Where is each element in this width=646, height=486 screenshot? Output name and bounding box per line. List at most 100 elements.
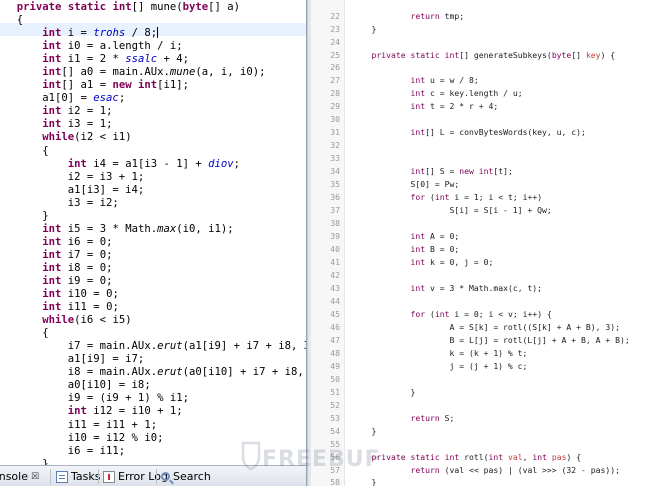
code-line[interactable]: int[] a0 = main.AUx.mune(a, i, i0); <box>4 66 306 79</box>
decompiled-code[interactable]: private static int[] mune(byte[] a) { in… <box>4 1 306 465</box>
code-line[interactable]: 24 <box>311 36 630 49</box>
code-line[interactable]: 31 int[] L = convBytesWords(key, u, c); <box>311 126 630 139</box>
code-token: ssalc <box>125 53 158 66</box>
code-token: int <box>410 244 426 255</box>
code-token: [] <box>571 49 586 60</box>
code-line[interactable]: 30 <box>311 113 630 126</box>
code-token: S[i] = S[i - 1] + Qw; <box>352 205 552 216</box>
code-line[interactable]: 49 j = (j + 1) % c; <box>311 360 630 373</box>
code-line[interactable]: int i9 = 0; <box>4 275 306 288</box>
code-line[interactable]: int i10 = 0; <box>4 288 306 301</box>
code-line[interactable]: 38 <box>311 217 630 230</box>
code-line[interactable]: { <box>4 327 306 340</box>
code-line[interactable]: 51 } <box>311 386 630 399</box>
code-token: i11 = 0; <box>61 301 119 314</box>
line-number: 26 <box>330 62 340 73</box>
code-line[interactable]: private static int[] mune(byte[] a) <box>4 1 306 14</box>
code-line[interactable]: i2 = i3 + 1; <box>4 170 306 184</box>
code-line[interactable]: 26 <box>311 61 630 74</box>
code-token: i2 = i3 + 1; <box>4 170 145 183</box>
code-line[interactable]: 27 int u = w / 8; <box>311 74 630 87</box>
code-line[interactable]: while(i2 < i1) <box>4 131 306 144</box>
code-line[interactable]: int i4 = a1[i3 - 1] + diov; <box>4 158 306 171</box>
code-token: + 4; <box>157 53 189 66</box>
code-line[interactable]: 25 private static int[] generateSubkeys(… <box>311 49 630 62</box>
code-line[interactable]: int i8 = 0; <box>4 262 306 275</box>
code-line[interactable]: a1[0] = esac; <box>4 92 306 105</box>
code-token: int <box>42 105 62 118</box>
code-line[interactable]: i3 = i2; <box>4 197 306 210</box>
code-line[interactable]: 45 for (int i = 0; i < v; i++) { <box>311 308 630 321</box>
code-line[interactable]: 44 <box>311 295 630 308</box>
code-text: int t = 2 * r + 4; <box>352 101 498 111</box>
line-number: 31 <box>330 127 340 138</box>
code-line[interactable]: int i = trohs / 8; <box>4 27 306 40</box>
line-number: 49 <box>330 360 340 371</box>
code-line[interactable]: 34 int[] S = new int[t]; <box>311 165 630 178</box>
code-token: int <box>42 248 62 261</box>
code-token: int <box>42 27 62 40</box>
close-icon[interactable]: ☒ <box>31 472 39 482</box>
code-line[interactable]: 29 int t = 2 * r + 4; <box>311 100 630 113</box>
source-code-editor[interactable]: 22 return tmp; 23 } 24 25 private static in… <box>311 0 646 486</box>
code-token: private static int <box>371 451 460 462</box>
code-line[interactable]: 36 for (int i = 1; i < t; i++) <box>311 191 630 204</box>
code-line[interactable]: a1[i3] = i4; <box>4 184 306 197</box>
code-line[interactable]: } <box>4 210 306 223</box>
code-line[interactable]: { <box>4 145 306 158</box>
code-token: A = S[k] = rotl((S[k] + A + B), 3); <box>352 321 621 332</box>
code-line[interactable]: { <box>4 14 306 27</box>
code-line[interactable]: 43 int v = 3 * Math.max(c, t); <box>311 282 630 295</box>
code-line[interactable]: int i5 = 3 * Math.max(i0, i1); <box>4 223 306 236</box>
code-line[interactable]: 42 <box>311 269 630 282</box>
code-line[interactable]: int i7 = 0; <box>4 248 306 262</box>
code-line[interactable]: 28 int c = key.length / u; <box>311 87 630 100</box>
code-line[interactable]: int i1 = 2 * ssalc + 4; <box>4 53 306 66</box>
code-line[interactable]: 35 S[0] = Pw; <box>311 178 630 191</box>
code-line[interactable]: 23 } <box>311 23 630 36</box>
code-line[interactable]: 33 <box>311 152 630 165</box>
error-log-icon <box>103 470 115 483</box>
code-line[interactable]: 50 <box>311 373 630 386</box>
code-token: (val << pas) | (val >>> (32 - pas)); <box>439 464 621 475</box>
code-line[interactable]: 48 k = (k + 1) % t; <box>311 347 630 360</box>
tab-tasks[interactable]: Tasks <box>56 469 100 484</box>
code-line[interactable]: 40 int B = 0; <box>311 243 630 256</box>
code-line[interactable]: int i2 = 1; <box>4 105 306 118</box>
code-line[interactable]: 32 <box>311 139 630 152</box>
code-line[interactable]: i8 = main.AUx.erut(a0[i10] + i7 + i8, i7… <box>4 366 306 379</box>
code-line[interactable]: int i0 = a.length / i; <box>4 40 306 53</box>
code-line[interactable]: i9 = (i9 + 1) % i1; <box>4 392 306 405</box>
code-line[interactable]: 41 int k = 0, j = 0; <box>311 256 630 269</box>
code-line[interactable]: 37 S[i] = S[i - 1] + Qw; <box>311 204 630 217</box>
code-line[interactable]: 39 int A = 0; <box>311 230 630 243</box>
code-line[interactable]: a1[i9] = i7; <box>4 353 306 366</box>
code-line[interactable]: i7 = main.AUx.erut(a1[i9] + i7 + i8, 3); <box>4 340 306 353</box>
tab-console[interactable]: onsole ☒ <box>0 469 39 484</box>
code-token: int <box>42 301 62 314</box>
code-line[interactable]: while(i6 < i5) <box>4 314 306 327</box>
decompiled-code-editor[interactable]: private static int[] mune(byte[] a) { in… <box>0 0 307 465</box>
code-line[interactable]: int i11 = 0; <box>4 301 306 314</box>
code-line[interactable]: 52 <box>311 399 630 412</box>
code-line[interactable]: 54 } <box>311 425 630 438</box>
code-token: a1[0] = <box>4 92 94 105</box>
tab-error-log[interactable]: Error Log <box>103 469 168 484</box>
code-line[interactable]: 47 B = L[j] = rotl(L[j] + A + B, A + B); <box>311 334 630 347</box>
code-token: while <box>42 131 75 144</box>
code-line[interactable]: 53 return S; <box>311 412 630 425</box>
code-line[interactable]: int i6 = 0; <box>4 235 306 249</box>
code-line[interactable]: a0[i10] = i8; <box>4 379 306 392</box>
code-token: (a, i, i0); <box>195 66 266 79</box>
tab-search[interactable]: Search <box>161 469 211 484</box>
code-line[interactable]: int[] a1 = new int[i1]; <box>4 79 306 92</box>
code-token: i6 = 0; <box>61 235 113 248</box>
code-line[interactable]: 46 A = S[k] = rotl((S[k] + A + B), 3); <box>311 321 630 334</box>
code-line[interactable]: 22 return tmp; <box>311 10 630 23</box>
code-line[interactable]: int i12 = i10 + 1; <box>4 405 306 418</box>
source-code[interactable]: 22 return tmp; 23 } 24 25 private static in… <box>311 10 630 486</box>
code-line[interactable]: int i3 = 1; <box>4 118 306 131</box>
code-line[interactable]: i11 = i11 + 1; <box>4 419 306 432</box>
